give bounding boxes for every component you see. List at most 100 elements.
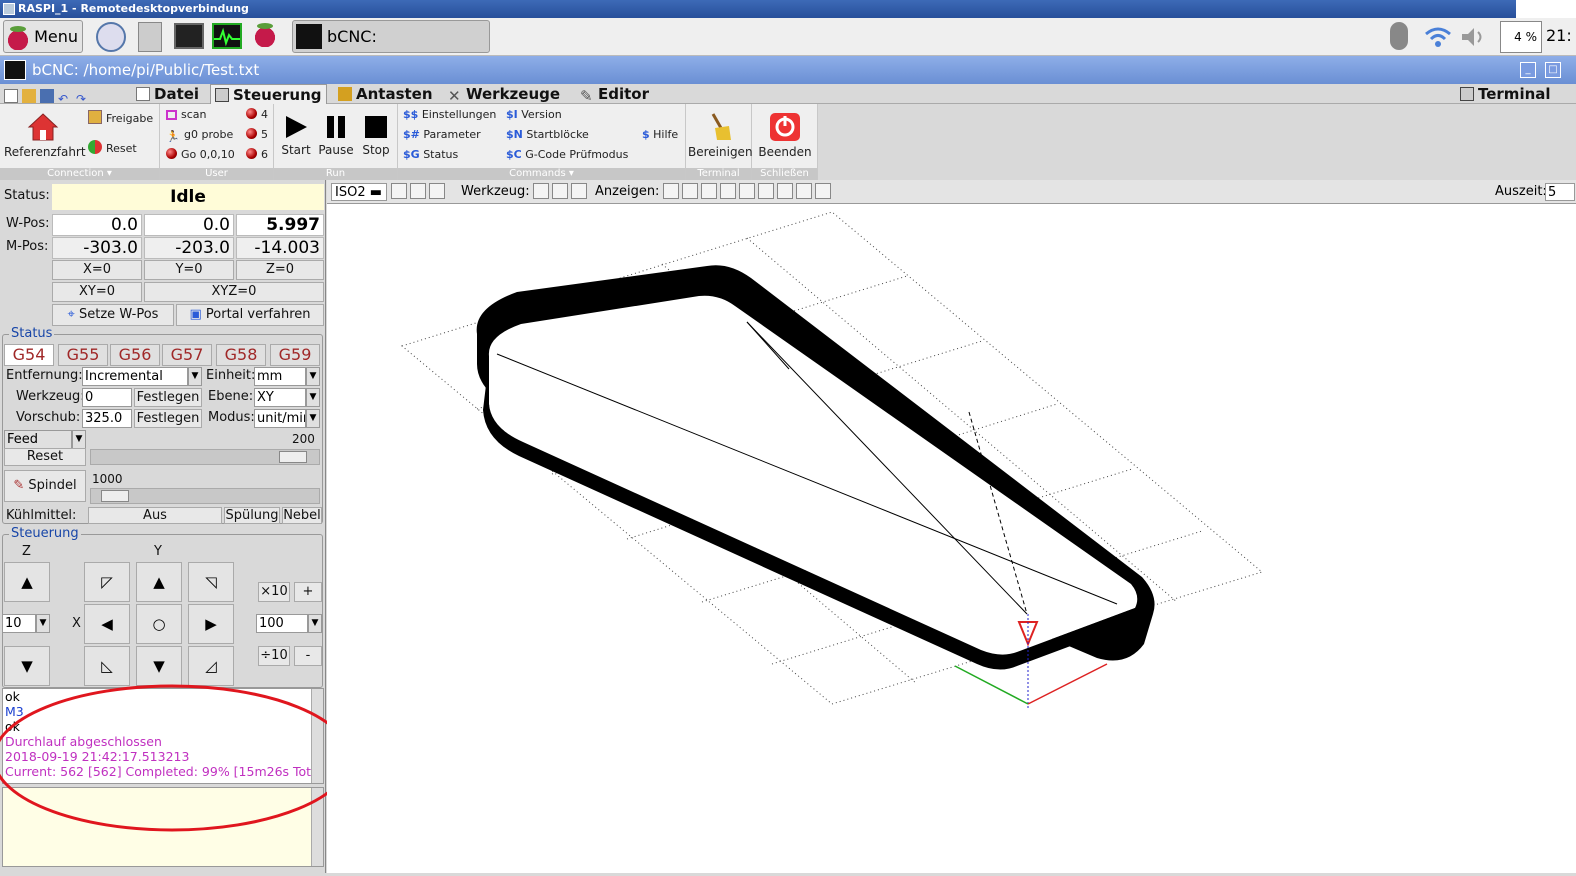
wpos-z[interactable]: 5.997 [236,214,324,236]
xy-step-dropdown[interactable]: ▼ [308,614,322,633]
spindle-slider[interactable] [90,488,320,504]
zoom-in-icon[interactable] [391,183,407,199]
z-step-dropdown[interactable]: ▼ [36,614,50,633]
feed-set-button[interactable]: Festlegen [134,409,202,428]
maximize-button[interactable]: □ [1545,62,1561,78]
grid-toggle-icon[interactable] [682,183,698,199]
xy-step-input[interactable]: 100 [256,614,308,633]
set-wpos-button[interactable]: ⌖ Setze W-Pos [52,304,174,326]
redraw-icon[interactable] [815,183,831,199]
group-label-commands[interactable]: Commands ▾ [398,168,685,180]
step-minus-button[interactable]: - [294,646,322,666]
override-slider-handle[interactable] [279,451,307,463]
wcs-tab-g58[interactable]: G58 [216,344,266,366]
override-slider[interactable] [90,449,320,465]
raspberry-config-icon[interactable] [254,23,276,47]
pause-button[interactable]: Pause [318,114,354,157]
browser-icon[interactable] [96,22,126,52]
rdp-window-buttons[interactable] [1516,0,1576,18]
exit-button[interactable]: Beenden [754,112,816,159]
step-x10-button[interactable]: ×10 [258,582,290,602]
settings-button[interactable]: $$ Einstellungen [403,108,496,121]
jog-x-right-button[interactable]: ▶ [188,604,234,644]
start-button[interactable]: Start [278,114,314,157]
ruler-tool-icon[interactable] [571,183,587,199]
zero-y-button[interactable]: Y=0 [144,260,234,280]
task-monitor-icon[interactable] [212,23,242,49]
jog-y-up-button[interactable]: ▲ [136,562,182,602]
user-button-4[interactable]: 4 [246,108,268,121]
feed-input[interactable]: 325.0 [82,409,132,428]
minimize-button[interactable]: _ [1520,62,1536,78]
coolant-off-button[interactable]: Aus [88,507,222,524]
terminal-icon[interactable] [174,23,204,49]
go-button[interactable]: Go 0,0,10 [166,148,235,161]
parameters-button[interactable]: $# Parameter [403,128,481,141]
status-button[interactable]: $G Status [403,148,458,161]
stop-button[interactable]: Stop [358,114,394,157]
wcs-tab-g59[interactable]: G59 [270,344,320,366]
tab-antasten[interactable]: Antasten [338,84,433,104]
toolpath-drawing[interactable] [327,204,1576,873]
override-dropdown[interactable]: ▼ [72,430,86,449]
move-gantry-button[interactable]: ▣ Portal verfahren [176,304,324,326]
zero-xy-button[interactable]: XY=0 [52,282,142,302]
scan-button[interactable]: scan [166,108,207,121]
wpos-x[interactable]: 0.0 [52,214,142,236]
override-select[interactable]: Feed [4,430,72,449]
taskbar-bcnc-window[interactable]: bCNC: /home/pi/Publ... [292,20,490,77]
user-button-6[interactable]: 6 [246,148,268,161]
view-select[interactable]: ISO2 ▬ [331,183,387,201]
mode-dropdown[interactable]: ▼ [306,409,320,428]
wifi-icon[interactable] [1424,24,1452,48]
display-toggles[interactable] [663,183,834,201]
reset-button[interactable]: Reset [88,140,137,155]
unlock-button[interactable]: Freigabe [88,110,153,125]
home-button[interactable]: Referenzfahrt [4,112,86,159]
wcs-tab-g57[interactable]: G57 [162,344,212,366]
jog-xplus-yplus-button[interactable]: ◹ [188,562,234,602]
check-mode-button[interactable]: $C G-Code Prüfmodus [506,148,628,161]
canvas-tools[interactable] [533,183,590,201]
mist-button[interactable]: Nebel [282,507,322,524]
jog-xplus-yminus-button[interactable]: ◿ [188,646,234,686]
version-button[interactable]: $I Version [506,108,562,121]
z-step-input[interactable]: 10 [2,614,36,633]
jog-x-left-button[interactable]: ◀ [84,604,130,644]
file-manager-icon[interactable] [138,22,162,52]
spindle-button[interactable]: ✎ Spindel [4,470,86,502]
mode-select[interactable]: unit/min [254,409,306,428]
zoom-tools[interactable] [391,183,448,201]
clear-button[interactable]: Bereinigen [688,112,753,159]
override-reset-button[interactable]: Reset [4,448,86,466]
distance-dropdown[interactable]: ▼ [188,367,202,386]
volume-icon[interactable] [1460,26,1490,48]
gcode-canvas[interactable] [327,204,1576,873]
user-button-5[interactable]: 5 [246,128,268,141]
jog-z-down-button[interactable]: ▼ [4,646,50,686]
select-tool-icon[interactable] [533,183,549,199]
new-file-icon[interactable] [4,89,18,103]
rapid-toggle-icon[interactable] [758,183,774,199]
distance-select[interactable]: Incremental [82,367,188,386]
axes-toggle-icon[interactable] [663,183,679,199]
jog-xminus-yminus-button[interactable]: ◺ [84,646,130,686]
zoom-out-icon[interactable] [410,183,426,199]
group-label-connection[interactable]: Connection ▾ [0,168,159,180]
jog-z-up-button[interactable]: ▲ [4,562,50,602]
zero-x-button[interactable]: X=0 [52,260,142,280]
units-dropdown[interactable]: ▼ [306,367,320,386]
tab-editor[interactable]: ✎ Editor [580,84,649,105]
timeout-input[interactable]: 5 [1545,183,1575,201]
plane-select[interactable]: XY [254,388,306,407]
workarea-toggle-icon[interactable] [739,183,755,199]
startblocks-button[interactable]: $N Startblöcke [506,128,589,141]
units-select[interactable]: mm [254,367,306,386]
wcs-tab-g54[interactable]: G54 [4,344,54,366]
wcs-tab-g56[interactable]: G56 [110,344,160,366]
probe-toggle-icon[interactable] [720,183,736,199]
zero-z-button[interactable]: Z=0 [236,260,324,280]
save-icon[interactable] [40,89,54,103]
step-plus-button[interactable]: + [294,582,322,602]
tool-input[interactable]: 0 [82,388,132,407]
